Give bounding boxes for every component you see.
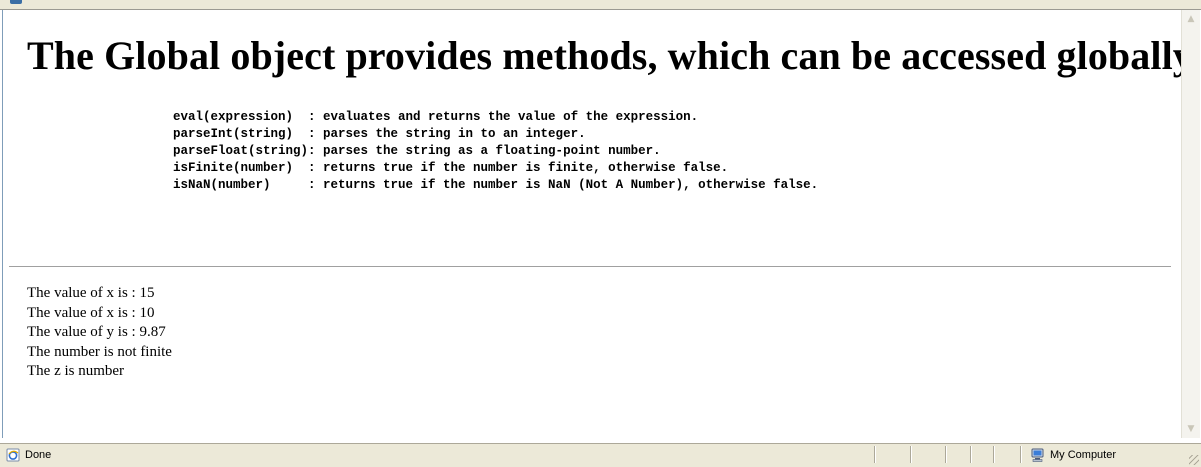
horizontal-rule: [9, 266, 1171, 268]
status-segment: [993, 446, 995, 463]
method-row-eval: eval(expression) : evaluates and returns…: [173, 110, 699, 124]
scroll-down-arrow-icon[interactable]: ▼: [1183, 421, 1199, 437]
status-bar: Done My Computer: [0, 443, 1201, 467]
vertical-scrollbar[interactable]: ▲ ▼: [1181, 10, 1200, 438]
zone-text: My Computer: [1050, 449, 1117, 461]
ie-page-icon: [6, 448, 20, 462]
status-segment: [1020, 446, 1022, 463]
my-computer-icon: [1031, 448, 1044, 462]
status-segment: [874, 446, 876, 463]
status-segment: [970, 446, 972, 463]
output-line: The value of y is : 9.87: [27, 324, 166, 340]
output-line: The value of x is : 15: [27, 285, 155, 301]
method-row-parseint: parseInt(string) : parses the string in …: [173, 127, 586, 141]
method-row-isnan: isNaN(number) : returns true if the numb…: [173, 178, 819, 192]
script-output: The value of x is : 15 The value of x is…: [27, 284, 172, 382]
status-segment: [945, 446, 947, 463]
page-tab-icon: [10, 0, 22, 4]
scroll-up-arrow-icon[interactable]: ▲: [1183, 11, 1199, 27]
document-viewport[interactable]: The Global object provides methods, whic…: [2, 10, 1181, 438]
status-text: Done: [25, 449, 52, 461]
page-title: The Global object provides methods, whic…: [27, 33, 1181, 78]
status-segment: [910, 446, 912, 463]
output-line: The z is number: [27, 363, 125, 379]
output-line: The number is not finite: [27, 343, 172, 360]
output-line: The value of x is : 10: [27, 304, 155, 321]
method-row-isfinite: isFinite(number) : returns true if the n…: [173, 161, 729, 175]
browser-top-bar: [0, 0, 1201, 10]
resize-grip[interactable]: [1189, 455, 1199, 465]
methods-list: eval(expression) : evaluates and returns…: [173, 109, 818, 194]
method-row-parsefloat: parseFloat(string): parses the string as…: [173, 144, 661, 158]
